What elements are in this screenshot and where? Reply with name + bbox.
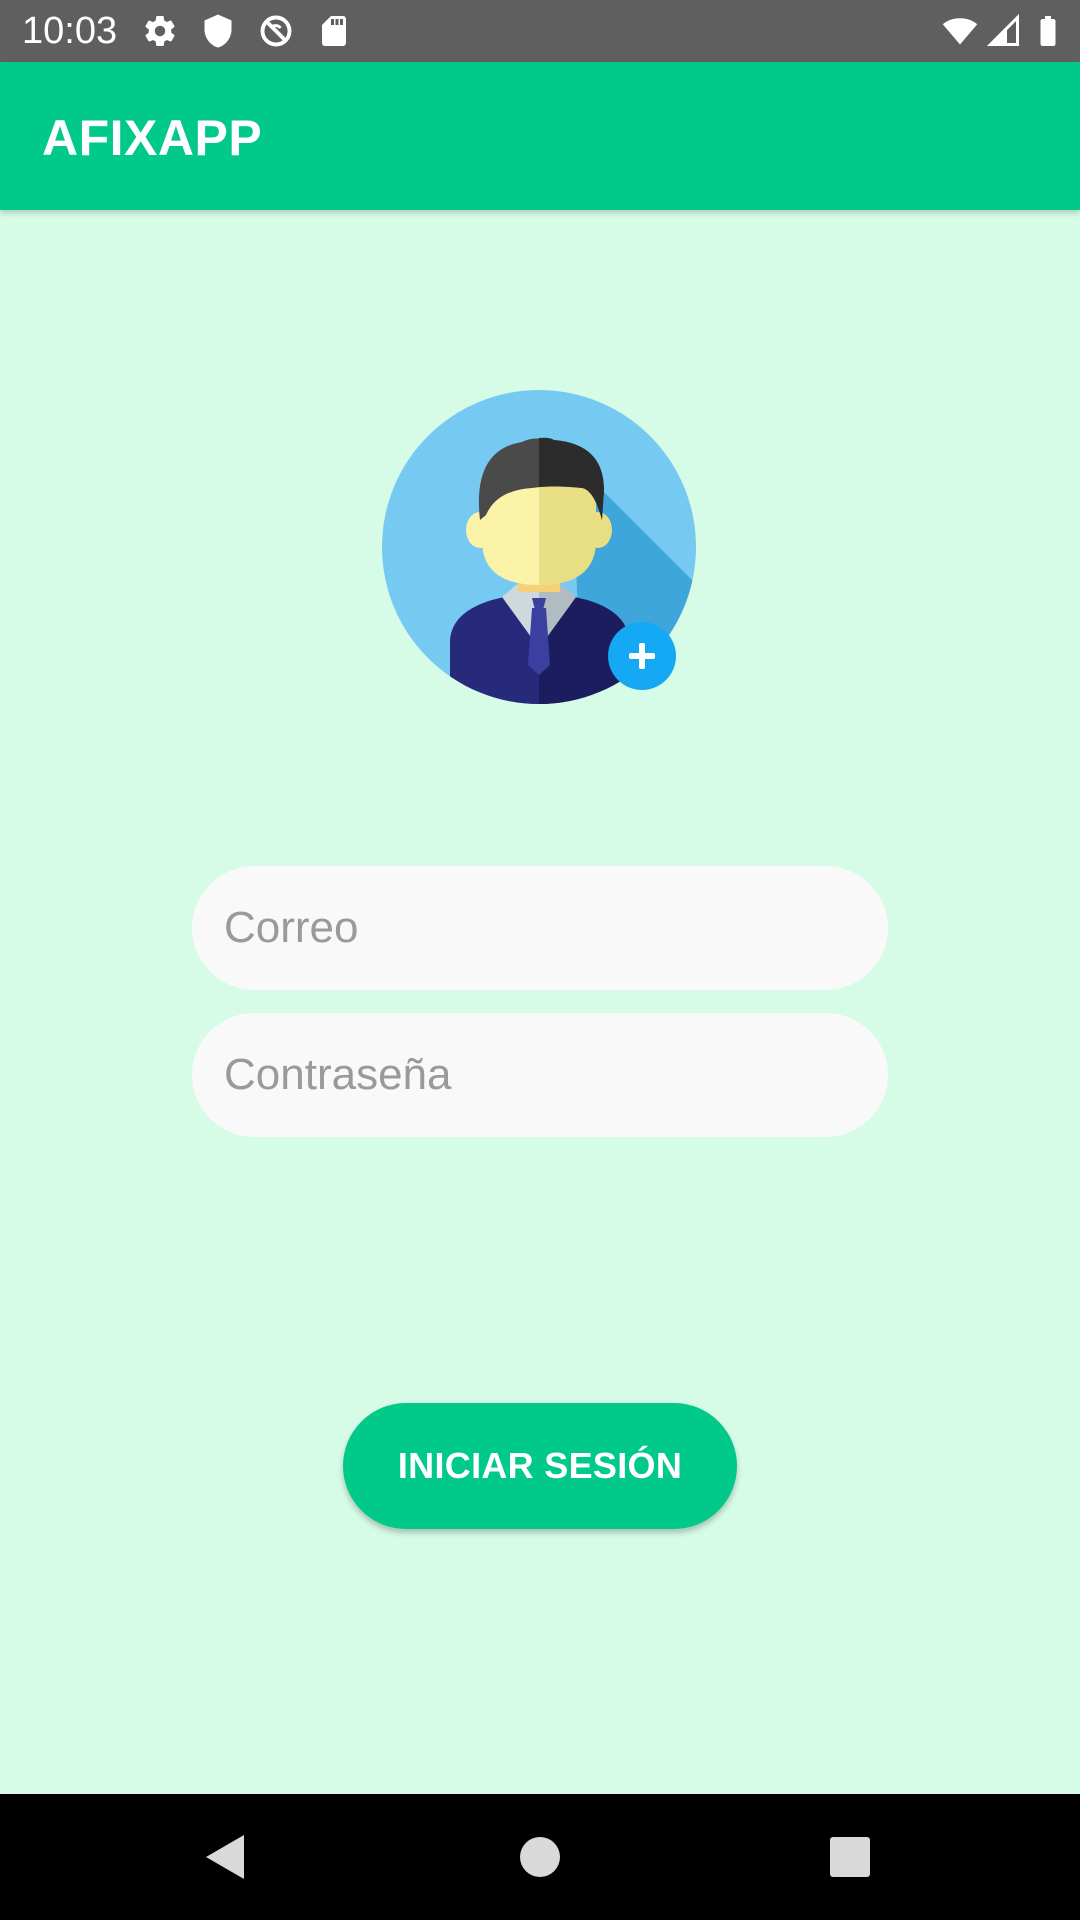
sd-card-icon (316, 13, 352, 49)
app-title: AFIXAPP (42, 110, 263, 166)
recents-icon[interactable] (820, 1827, 880, 1887)
email-field[interactable] (192, 866, 888, 990)
password-field[interactable] (192, 1013, 888, 1137)
home-icon[interactable] (510, 1827, 570, 1887)
shield-icon (200, 13, 236, 49)
wifi-icon (942, 13, 978, 49)
app-bar: AFIXAPP (0, 62, 1080, 210)
user-avatar-icon[interactable] (382, 390, 700, 708)
cell-signal-icon (986, 13, 1022, 49)
status-time: 10:03 (22, 10, 118, 52)
battery-icon (1030, 13, 1066, 49)
back-icon[interactable] (196, 1827, 256, 1887)
status-bar: 10:03 (0, 0, 1080, 62)
navigation-bar (0, 1794, 1080, 1920)
login-button[interactable]: INICIAR SESIÓN (343, 1403, 737, 1529)
no-sync-icon (258, 13, 294, 49)
settings-icon (142, 13, 178, 49)
add-icon (608, 622, 676, 690)
